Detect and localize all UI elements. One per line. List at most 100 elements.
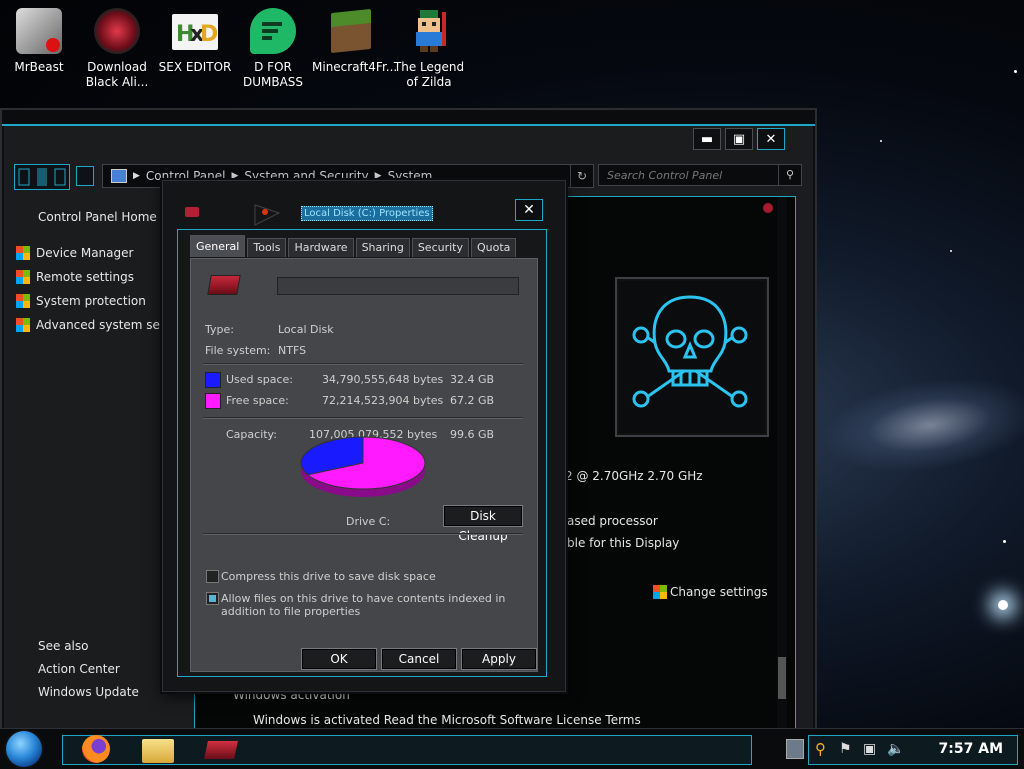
refresh-button[interactable]: ↻ [570,164,594,188]
drive-small-icon [185,207,199,217]
separator [203,417,523,419]
separator [203,533,523,535]
minecraft-grass-block-icon [331,8,371,54]
compress-label: Compress this drive to save disk space [221,570,436,583]
vertical-scrollbar[interactable] [777,197,787,729]
index-checkbox[interactable] [206,592,219,605]
search-icon[interactable]: ⚲ [778,164,801,186]
pixel-character-icon [406,8,452,54]
windows-update-link[interactable]: Windows Update [38,685,139,699]
used-space-bytes: 34,790,555,648 bytes [322,373,444,386]
tab-quota[interactable]: Quota [470,238,517,257]
shield-icon [16,246,30,260]
desktop-icon-minecraft[interactable]: Minecraft4Fr... [312,6,398,75]
ok-button[interactable]: OK [301,648,377,670]
processor-value: 2 @ 2.70GHz 2.70 GHz [565,469,703,483]
general-tab-panel: Type: Local Disk File system: NTFS Used … [190,258,538,672]
task-label: Remote settings [36,270,134,284]
change-settings-label: Change settings [670,585,768,599]
folder-icon [142,739,174,763]
device-manager-link[interactable]: Device Manager [16,246,133,260]
window-controls: ▬ ▣ ✕ [693,128,785,150]
desktop-icon-label: Download Black Ali... [85,60,149,89]
tab-general[interactable]: General [190,235,246,257]
taskbar: ⚲ ⚑ ▣ 🔈 7:57 AM [0,728,1024,769]
galaxy-wallpaper [814,365,1024,485]
file-system-label: File system: [205,344,271,357]
taskbar-drive-app[interactable] [192,733,252,765]
close-button[interactable]: ✕ [757,128,785,150]
see-also-heading: See also [38,639,89,653]
taskbar-firefox[interactable] [68,733,128,765]
disk-cleanup-button[interactable]: Disk Cleanup [443,505,523,543]
tab-security[interactable]: Security [411,238,469,257]
network-icon[interactable]: ▣ [863,741,876,757]
taskbar-explorer[interactable] [130,733,190,765]
free-space-label: Free space: [226,394,289,407]
desktop-icon-label: D FOR DUMBASS [242,60,304,89]
maximize-button[interactable]: ▣ [725,128,753,150]
free-space-gb: 67.2 GB [450,394,495,407]
index-label: Allow files on this drive to have conten… [221,592,506,618]
desktop-icon-download-black-ali[interactable]: Download Black Ali... [78,6,156,90]
close-icon: ✕ [523,202,535,218]
back-forward-buttons[interactable] [14,164,70,190]
drive-icon [207,275,241,295]
apply-button[interactable]: Apply [461,648,537,670]
remote-settings-link[interactable]: Remote settings [16,270,134,284]
minimize-button[interactable]: ▬ [693,128,721,150]
task-label: Device Manager [36,246,134,260]
pen-touch-value: ble for this Display [567,536,680,550]
minimize-icon: ▬ [700,131,714,147]
free-space-bytes: 72,214,523,904 bytes [322,394,444,407]
separator [203,363,523,365]
compress-checkbox[interactable] [206,570,219,583]
dialog-close-button[interactable]: ✕ [515,199,543,221]
theme-corner-icon [763,203,773,213]
tab-hardware[interactable]: Hardware [288,238,354,257]
drive-caption: Drive C: [346,515,391,528]
show-desktop-button[interactable] [786,739,804,759]
change-settings-link[interactable]: Change settings [653,585,768,599]
scrollbar-thumb[interactable] [778,657,786,699]
system-type-value: ased processor [567,514,658,528]
wallpaper-star [1003,540,1006,543]
search-icon[interactable]: ⚲ [815,740,826,758]
flag-icon[interactable]: ⚑ [839,741,852,757]
control-panel-home-link[interactable]: Control Panel Home [38,210,157,224]
action-center-link[interactable]: Action Center [38,662,120,676]
wallpaper-star [998,600,1008,610]
type-label: Type: [205,323,234,336]
clock[interactable]: 7:57 AM [939,741,1003,757]
close-icon: ✕ [765,131,777,147]
recent-pages-button[interactable] [76,166,94,186]
flag-icon [254,204,281,226]
wallpaper-star [880,140,882,142]
activation-status: Windows is activated Read the Microsoft … [253,713,641,727]
desktop-icon-sex-editor[interactable]: HxD SEX EDITOR [156,6,234,75]
tab-sharing[interactable]: Sharing [355,238,410,257]
notification-area: ⚲ ⚑ ▣ 🔈 7:57 AM [808,735,1018,765]
search-input[interactable]: Search Control Panel ⚲ [598,164,802,186]
dialog-title-bar[interactable]: Local Disk (C:) Properties ✕ [163,181,565,227]
desktop-icon-label: Minecraft4Fr... [312,60,398,74]
tab-tools[interactable]: Tools [247,238,287,257]
left-task-pane: Control Panel Home Device Manager Remote… [16,196,194,726]
search-placeholder: Search Control Panel [607,169,723,182]
shield-icon [653,585,667,599]
cancel-button[interactable]: Cancel [381,648,457,670]
start-button[interactable] [6,731,42,767]
system-protection-link[interactable]: System protection [16,294,146,308]
desktop-icon-d-for-dumbass[interactable]: D FOR DUMBASS [234,6,312,90]
drive-label-input[interactable] [277,277,519,295]
desktop-icon-legend-of-zilda[interactable]: The Legend of Zilda [390,6,468,90]
volume-icon[interactable]: 🔈 [887,741,904,757]
used-space-label: Used space: [226,373,294,386]
desktop-icon-mrbeast[interactable]: MrBeast [0,6,78,75]
used-space-gb: 32.4 GB [450,373,495,386]
desktop-icon-label: The Legend of Zilda [393,60,465,89]
tab-strip: General Tools Hardware Sharing Security … [190,235,517,257]
svg-text:D: D [200,22,218,47]
free-space-swatch [205,393,221,409]
task-label: System protection [36,294,146,308]
